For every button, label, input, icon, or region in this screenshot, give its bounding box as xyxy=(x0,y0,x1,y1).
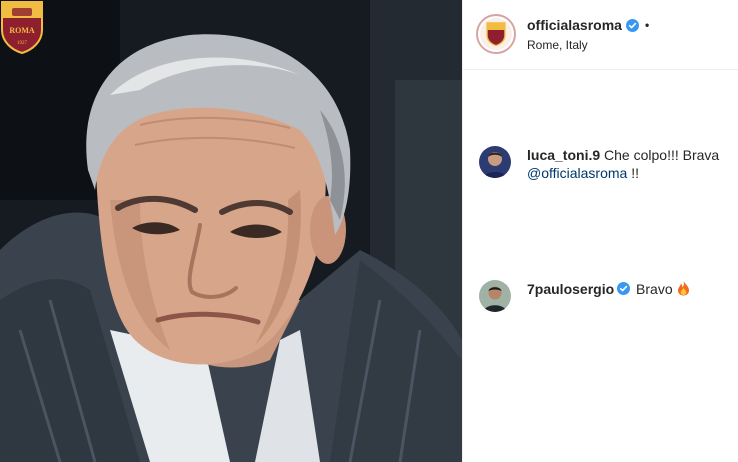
comment-text: 7paulosergio Bravo xyxy=(527,280,737,298)
portrait-illustration xyxy=(0,0,462,462)
comment-username[interactable]: 7paulosergio xyxy=(527,281,614,297)
comment-body: Che colpo!!! Brava xyxy=(600,147,720,163)
verified-badge-icon xyxy=(625,18,639,32)
commenter-avatar[interactable] xyxy=(479,146,511,178)
comment-mention-link[interactable]: @officialasroma xyxy=(527,165,627,181)
comment-username[interactable]: luca_toni.9 xyxy=(527,147,600,163)
account-avatar[interactable] xyxy=(476,14,516,54)
user-avatar-icon xyxy=(479,146,511,178)
post-header: officialasroma • Rome, Italy xyxy=(463,0,738,70)
post-image[interactable]: ROMA 1927 xyxy=(0,0,462,462)
as-roma-crest-avatar-icon xyxy=(486,22,506,46)
comment-body: Bravo xyxy=(632,281,677,297)
fire-icon xyxy=(677,280,689,296)
account-username[interactable]: officialasroma xyxy=(527,17,622,33)
svg-text:1927: 1927 xyxy=(17,41,28,46)
commenter-avatar[interactable] xyxy=(479,280,511,312)
separator-dot: • xyxy=(644,18,650,32)
svg-text:ROMA: ROMA xyxy=(9,26,35,35)
comment-body-end: !! xyxy=(627,165,639,181)
username-row: officialasroma • xyxy=(527,17,649,33)
user-avatar-icon xyxy=(479,280,511,312)
as-roma-crest-logo: ROMA 1927 xyxy=(1,1,43,54)
verified-badge-icon xyxy=(617,282,631,295)
post-side-panel: officialasroma • Rome, Italy luca_toni.9… xyxy=(462,0,738,462)
comment-text: luca_toni.9 Che colpo!!! Brava @official… xyxy=(527,146,737,182)
post-location[interactable]: Rome, Italy xyxy=(527,38,588,52)
